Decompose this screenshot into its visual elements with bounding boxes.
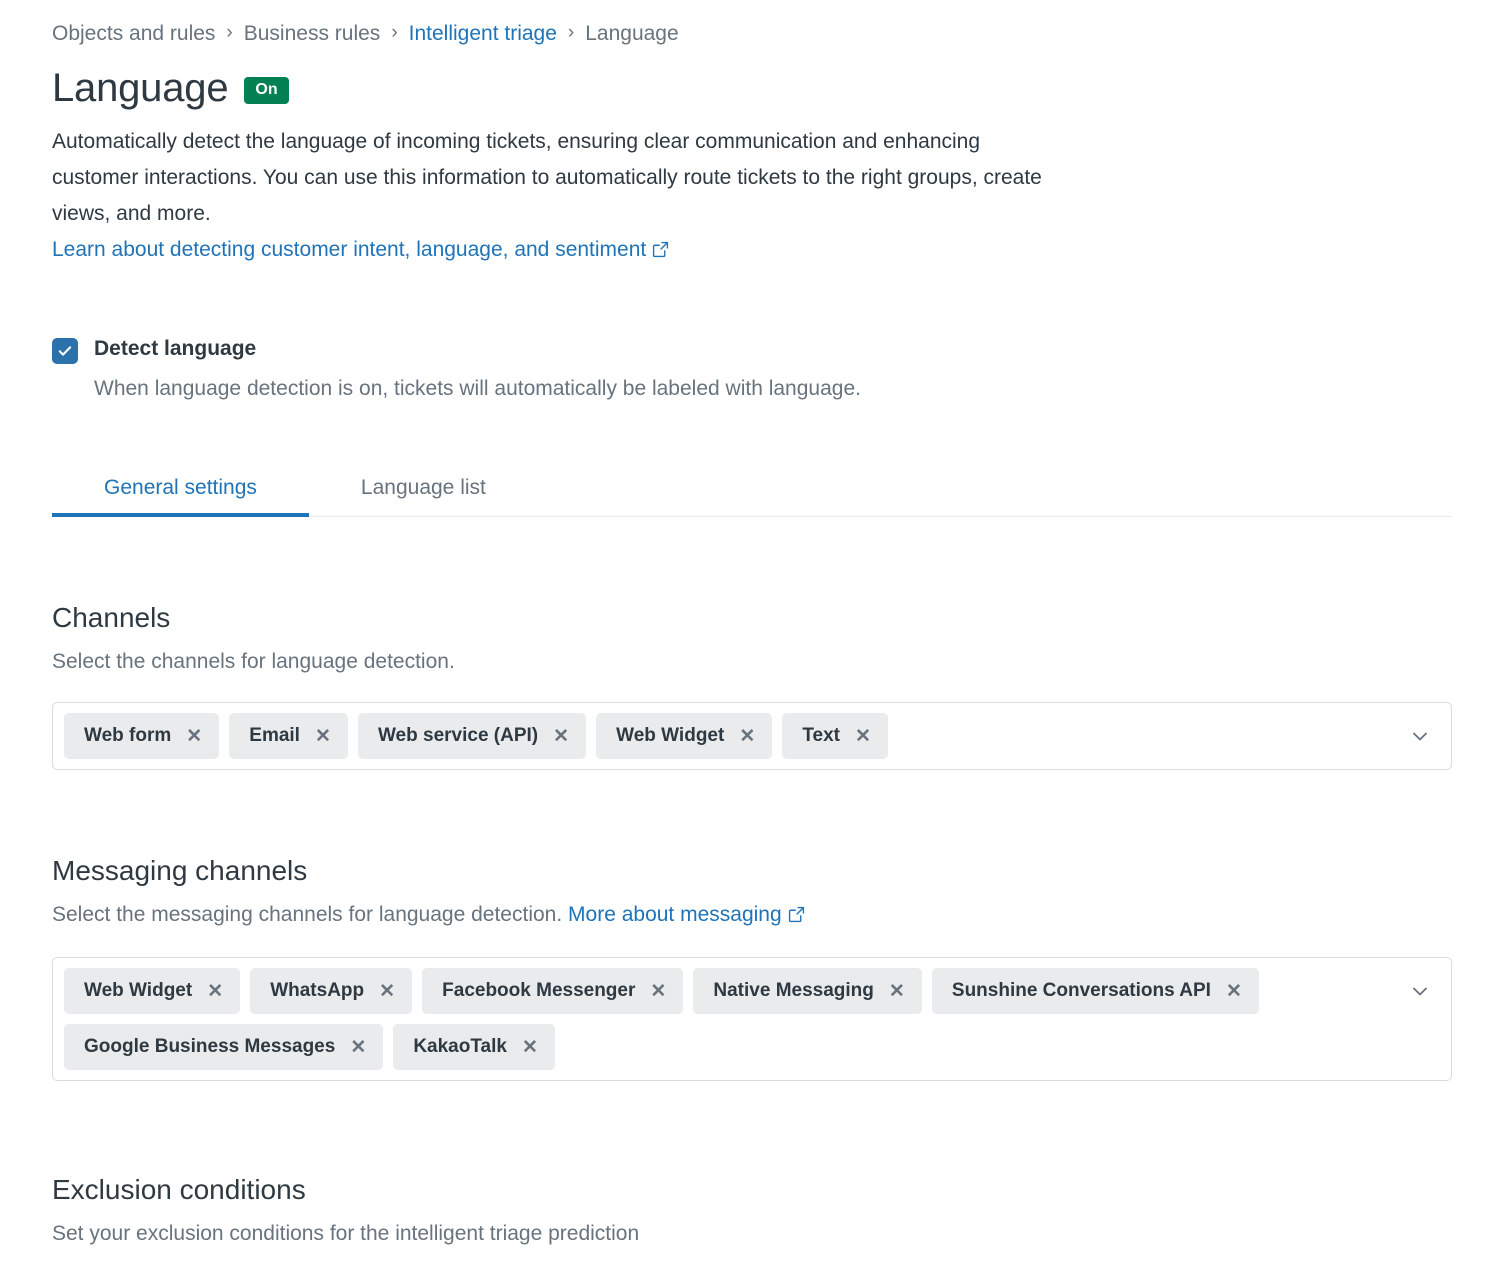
exclusion-conditions-section: Exclusion conditions Set your exclusion …: [52, 1173, 1452, 1248]
chip-label: Sunshine Conversations API: [951, 980, 1211, 1002]
chip-remove-icon[interactable]: ✕: [185, 727, 203, 746]
page-title-row: Language On: [52, 66, 1452, 110]
chip-remove-icon[interactable]: ✕: [314, 727, 332, 746]
breadcrumb-item-language: Language: [585, 22, 679, 45]
channels-subtitle: Select the channels for language detecti…: [52, 649, 455, 673]
chip-facebook-messenger: Facebook Messenger ✕: [422, 968, 684, 1015]
chip-email: Email ✕: [229, 713, 348, 760]
exclusion-conditions-title: Exclusion conditions: [52, 1174, 306, 1206]
breadcrumb: Objects and rules › Business rules › Int…: [52, 0, 1452, 44]
more-about-messaging-label: More about messaging: [568, 902, 782, 926]
external-link-icon: [652, 234, 669, 270]
messaging-channels-multiselect[interactable]: Web Widget ✕ WhatsApp ✕ Facebook Messenger…: [52, 957, 1452, 1082]
chip-remove-icon[interactable]: ✕: [1225, 982, 1243, 1001]
settings-tabs: General settings Language list: [52, 455, 1452, 518]
chip-label: Text: [802, 725, 840, 747]
learn-link-label: Learn about detecting customer intent, l…: [52, 238, 647, 261]
breadcrumb-separator: ›: [391, 22, 398, 43]
chip-web-service-api: Web service (API) ✕: [357, 713, 587, 760]
chip-native-messaging: Native Messaging ✕: [693, 968, 922, 1015]
detect-language-label[interactable]: Detect language: [94, 336, 1452, 362]
page-title: Language: [52, 66, 229, 110]
breadcrumb-separator: ›: [226, 22, 233, 43]
chip-remove-icon[interactable]: ✕: [378, 982, 396, 1001]
chip-label: Email: [249, 725, 300, 747]
chip-web-widget: Web Widget ✕: [596, 713, 773, 760]
chip-google-business-messages: Google Business Messages ✕: [64, 1024, 384, 1071]
chevron-down-icon[interactable]: [1409, 725, 1431, 747]
exclusion-conditions-subtitle: Set your exclusion conditions for the in…: [52, 1221, 640, 1245]
channels-title: Channels: [52, 602, 171, 634]
chip-label: Web Widget: [616, 725, 725, 747]
breadcrumb-item-intelligent-triage[interactable]: Intelligent triage: [409, 23, 557, 44]
chevron-down-icon[interactable]: [1409, 980, 1431, 1002]
chip-remove-icon[interactable]: ✕: [649, 982, 667, 1001]
messaging-channels-subtitle: Select the messaging channels for langua…: [52, 900, 1452, 931]
messaging-channels-title: Messaging channels: [52, 855, 308, 887]
chip-text: Text ✕: [782, 713, 888, 760]
external-link-icon: [788, 902, 805, 931]
chip-remove-icon[interactable]: ✕: [206, 982, 224, 1001]
learn-about-triage-link[interactable]: Learn about detecting customer intent, l…: [52, 232, 669, 270]
messaging-channels-subtitle-text: Select the messaging channels for langua…: [52, 902, 563, 926]
tab-general-settings[interactable]: General settings: [52, 477, 309, 518]
chip-label: WhatsApp: [270, 980, 365, 1002]
settings-page: Objects and rules › Business rules › Int…: [0, 0, 1504, 1248]
chip-remove-icon[interactable]: ✕: [738, 727, 756, 746]
chip-label: Web form: [84, 725, 172, 747]
channels-section: Channels Select the channels for languag…: [52, 601, 1452, 771]
chip-whatsapp: WhatsApp ✕: [250, 968, 413, 1015]
tab-language-list[interactable]: Language list: [309, 477, 538, 516]
detect-language-help: When language detection is on, tickets w…: [94, 377, 861, 400]
check-icon: [58, 346, 72, 356]
messaging-channels-section: Messaging channels Select the messaging …: [52, 854, 1452, 1082]
chip-remove-icon[interactable]: ✕: [349, 1038, 367, 1057]
more-about-messaging-link[interactable]: More about messaging: [568, 900, 805, 931]
breadcrumb-item-business-rules[interactable]: Business rules: [244, 23, 381, 44]
chip-web-widget: Web Widget ✕: [64, 968, 241, 1015]
channels-multiselect[interactable]: Web form ✕ Email ✕ Web service (API) ✕ Web …: [52, 702, 1452, 771]
chip-remove-icon[interactable]: ✕: [552, 727, 570, 746]
chip-remove-icon[interactable]: ✕: [854, 727, 872, 746]
page-description: Automatically detect the language of inc…: [52, 124, 1052, 270]
detect-language-block: Detect language When language detection …: [52, 336, 1452, 403]
breadcrumb-item-objects-and-rules[interactable]: Objects and rules: [52, 23, 215, 44]
chip-label: Web Widget: [84, 980, 193, 1002]
chip-label: KakaoTalk: [413, 1036, 507, 1058]
status-badge: On: [244, 76, 289, 104]
detect-language-checkbox[interactable]: [52, 338, 78, 364]
page-description-text: Automatically detect the language of inc…: [52, 130, 1042, 225]
chip-kakaotalk: KakaoTalk ✕: [393, 1024, 555, 1071]
chip-label: Google Business Messages: [84, 1036, 336, 1058]
chip-label: Web service (API): [377, 725, 539, 747]
chip-web-form: Web form ✕: [64, 713, 220, 760]
chip-remove-icon[interactable]: ✕: [521, 1038, 539, 1057]
chip-label: Facebook Messenger: [442, 980, 636, 1002]
breadcrumb-separator: ›: [567, 22, 575, 43]
chip-label: Native Messaging: [713, 980, 874, 1002]
chip-sunshine-conversations-api: Sunshine Conversations API ✕: [931, 968, 1259, 1015]
chip-remove-icon[interactable]: ✕: [888, 982, 906, 1001]
